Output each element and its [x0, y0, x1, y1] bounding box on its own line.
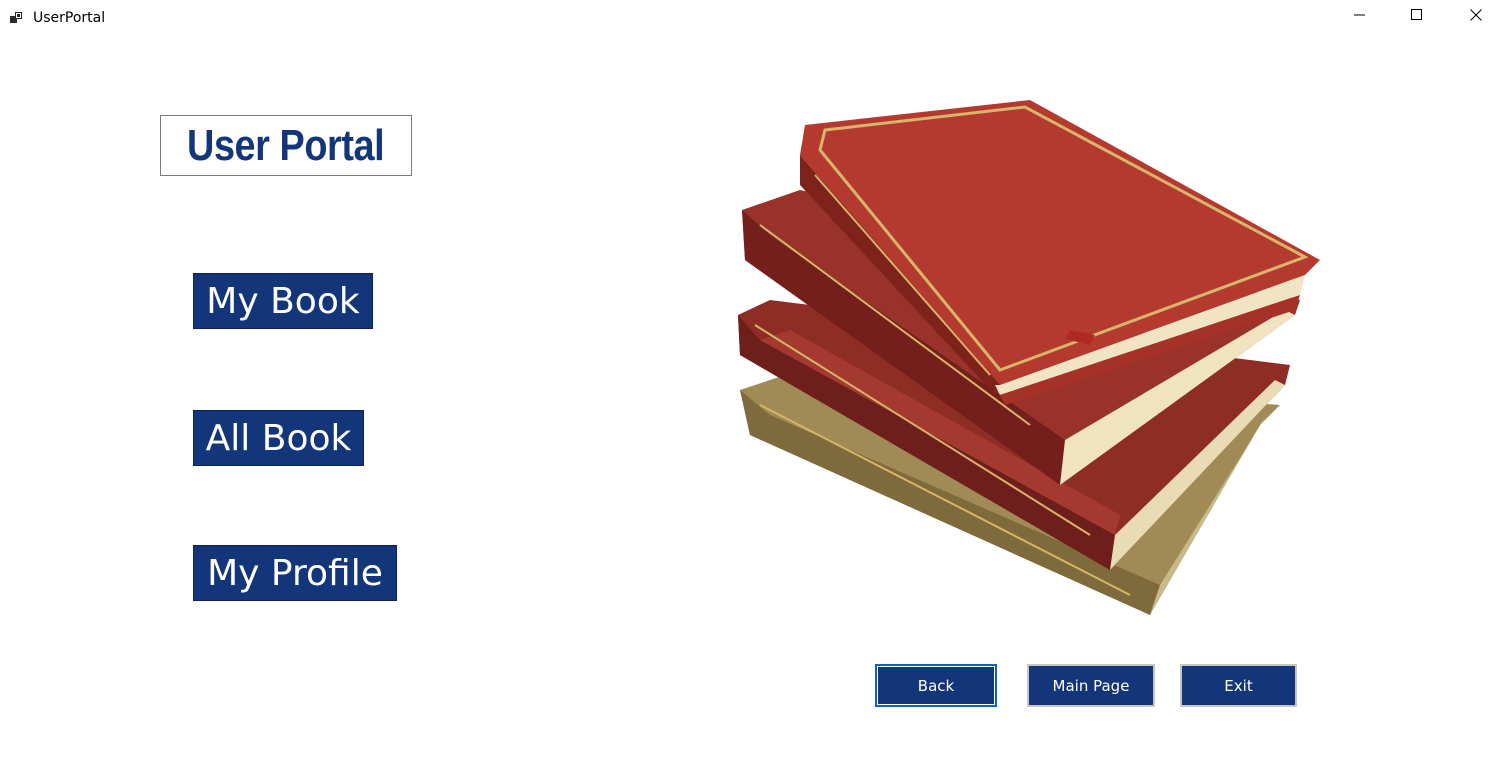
close-button[interactable] — [1453, 0, 1499, 34]
books-stack-image — [730, 95, 1330, 620]
minimize-icon — [1354, 8, 1366, 26]
back-button[interactable]: Back — [875, 664, 997, 707]
maximize-icon — [1411, 8, 1423, 26]
maximize-button[interactable] — [1394, 0, 1440, 34]
close-icon — [1470, 8, 1482, 26]
app-windows-icon — [10, 10, 26, 26]
window-title: UserPortal — [33, 10, 106, 26]
page-title: User Portal — [187, 120, 385, 170]
all-book-button[interactable]: All Book — [193, 410, 364, 466]
my-book-button[interactable]: My Book — [193, 273, 373, 329]
exit-button[interactable]: Exit — [1180, 664, 1297, 707]
title-bar: UserPortal — [0, 0, 1507, 36]
minimize-button[interactable] — [1337, 0, 1383, 34]
main-page-button[interactable]: Main Page — [1027, 664, 1155, 707]
page-title-box: User Portal — [160, 115, 412, 176]
my-profile-button[interactable]: My Profile — [193, 545, 397, 601]
